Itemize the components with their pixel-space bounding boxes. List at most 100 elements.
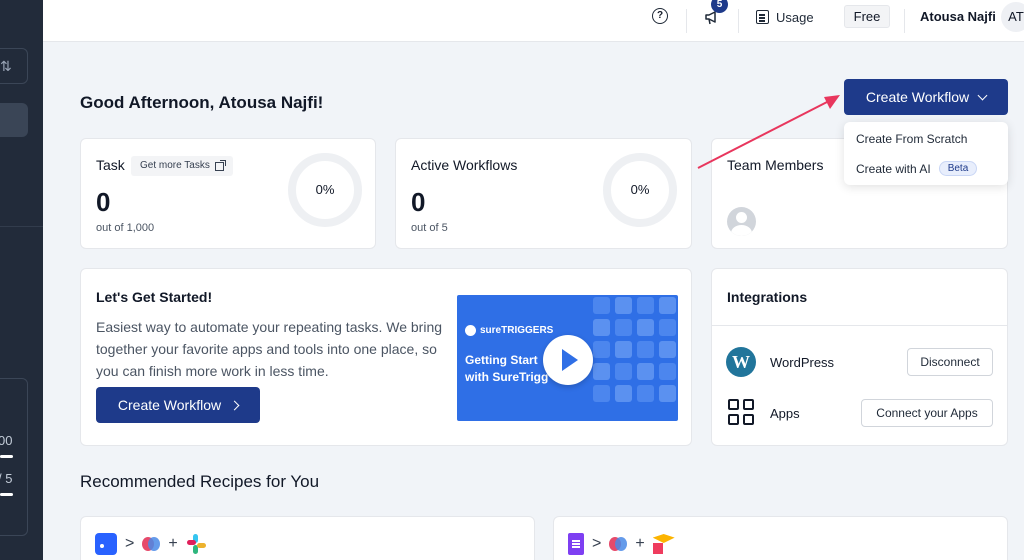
app-tile-icon [659, 341, 676, 358]
usage-label: Usage [776, 9, 814, 25]
integration-name-apps: Apps [770, 406, 800, 421]
video-brand: sureTRIGGERS [465, 325, 553, 336]
chevron-right-icon: > [592, 535, 602, 552]
plus-icon: + [168, 535, 178, 552]
app-tile-icon [659, 297, 676, 314]
wordpress-icon: W [726, 347, 756, 377]
menu-item-label: Create with AI [856, 161, 931, 176]
create-workflow-label: Create Workflow [117, 397, 222, 413]
suretriggers-icon [142, 534, 161, 554]
plus-icon: + [635, 535, 645, 552]
usage-button[interactable]: Usage [756, 8, 814, 26]
sort-icon[interactable]: ⇅ [0, 58, 12, 75]
recipe-card[interactable]: > + [80, 516, 535, 560]
app-tile-icon [659, 319, 676, 336]
integrations-title: Integrations [727, 289, 808, 305]
sidebar-usage-bar [0, 455, 13, 458]
menu-item-create-from-scratch[interactable]: Create From Scratch [856, 132, 967, 146]
workflow-percent: 0% [630, 182, 650, 197]
page-title: Good Afternoon, Atousa Najfi! [80, 93, 324, 112]
disconnect-button[interactable]: Disconnect [907, 348, 993, 376]
apps-grid-icon [728, 399, 754, 425]
app-tile-icon [615, 385, 632, 402]
chevron-down-icon [977, 90, 988, 100]
app-tile-icon [593, 341, 610, 358]
task-limit: out of 1,000 [96, 222, 155, 234]
workflow-count: 0 [411, 187, 426, 217]
recipe-card[interactable]: > + [553, 516, 1008, 560]
chevron-right-icon: > [125, 535, 135, 552]
app-tile-icon [615, 363, 632, 380]
topbar-divider [686, 9, 687, 33]
integrations-divider [712, 325, 1007, 326]
app-tile-icon [593, 319, 610, 336]
app-tile-icon [615, 341, 632, 358]
integrations-card: Integrations W WordPress Disconnect Apps… [711, 268, 1008, 446]
connect-apps-button[interactable]: Connect your Apps [861, 399, 993, 427]
help-icon[interactable]: ? [652, 8, 668, 24]
app-tile-icon [637, 297, 654, 314]
task-percent: 0% [315, 182, 335, 197]
get-more-tasks-link[interactable]: Get more Tasks [131, 156, 233, 176]
task-count: 0 [96, 187, 111, 217]
integration-name-wordpress: WordPress [770, 355, 835, 370]
intro-video-thumbnail[interactable]: sureTRIGGERS Getting Start with SureTrig… [457, 295, 678, 421]
active-workflows-card: Active Workflows 0 out of 5 0% [395, 138, 692, 249]
video-title-line: Getting Start [465, 353, 538, 367]
active-workflows-title: Active Workflows [411, 157, 518, 173]
top-bar: ? 5 Usage Free Atousa Najfi AT [43, 0, 1024, 42]
create-workflow-label: Create Workflow [865, 89, 970, 105]
app-tile-icon [593, 385, 610, 402]
app-tile-icon [615, 297, 632, 314]
chevron-right-icon [229, 400, 240, 410]
video-title-line: with SureTrigg [465, 370, 549, 384]
user-name[interactable]: Atousa Najfi [920, 9, 996, 24]
task-card: Task Get more Tasks 0 out of 1,000 0% [80, 138, 376, 249]
usage-icon [756, 10, 769, 24]
app-tile-icon [637, 363, 654, 380]
get-more-tasks-label: Get more Tasks [140, 160, 210, 171]
suretriggers-icon [609, 534, 628, 554]
app-tile-icon [615, 319, 632, 336]
rss-icon [95, 533, 117, 555]
task-title: Task [96, 157, 125, 173]
slack-icon [186, 534, 206, 554]
create-workflow-menu: Create From Scratch Create with AI Beta [844, 122, 1008, 185]
external-link-icon [214, 159, 226, 171]
get-started-card: Let's Get Started! Easiest way to automa… [80, 268, 692, 446]
sidebar-workflow-bar [0, 493, 13, 496]
team-member-avatar[interactable] [727, 207, 756, 236]
topbar-divider [738, 9, 739, 33]
plan-badge[interactable]: Free [844, 5, 890, 28]
sidebar-usage-number: 00 [0, 433, 13, 448]
app-tile-icon [659, 363, 676, 380]
recipe-flow: > + [95, 533, 206, 555]
suretriggers-logo-icon [465, 325, 476, 336]
create-workflow-button[interactable]: Create Workflow [844, 79, 1008, 115]
video-brand-label: sureTRIGGERS [480, 325, 554, 336]
play-icon[interactable] [543, 335, 593, 385]
recipe-flow: > + [568, 533, 675, 555]
app-tile-icon [637, 319, 654, 336]
sidebar-divider [0, 226, 43, 227]
notification-badge: 5 [711, 0, 728, 13]
sidebar-item-active[interactable] [0, 103, 28, 137]
sidebar-workflow-number: / 5 [0, 471, 13, 486]
app-tile-icon [637, 385, 654, 402]
google-forms-icon [568, 533, 584, 555]
create-workflow-secondary-button[interactable]: Create Workflow [96, 387, 260, 423]
app-tile-icon [637, 341, 654, 358]
app-tile-icon [593, 363, 610, 380]
menu-item-create-with-ai[interactable]: Create with AI Beta [856, 161, 978, 176]
get-started-title: Let's Get Started! [96, 289, 213, 305]
avatar[interactable]: AT [1001, 2, 1024, 32]
recipes-title: Recommended Recipes for You [80, 472, 320, 491]
airtable-icon [652, 534, 675, 554]
video-title: Getting Start with SureTrigg [465, 352, 548, 386]
get-started-description: Easiest way to automate your repeating t… [96, 319, 443, 379]
app-tiles [593, 297, 677, 402]
workflow-limit: out of 5 [411, 222, 448, 234]
team-members-title: Team Members [727, 157, 824, 173]
beta-badge: Beta [938, 161, 978, 176]
sidebar: ⇅ 00 / 5 [0, 0, 43, 560]
